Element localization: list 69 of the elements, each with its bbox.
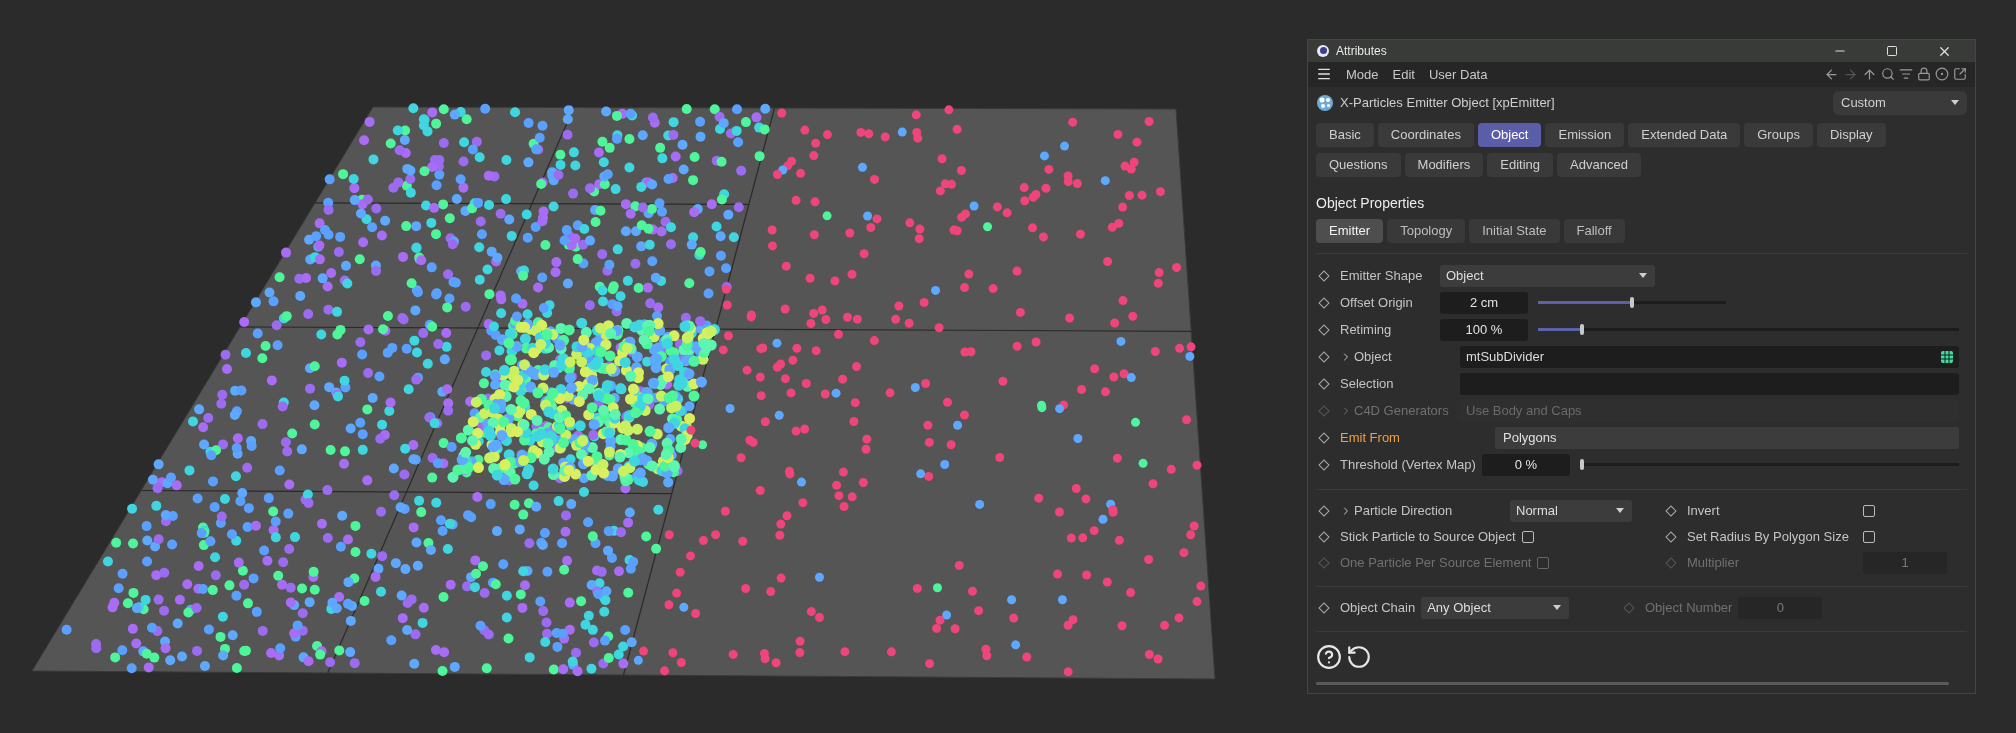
tab[interactable]: Advanced [1557, 152, 1641, 177]
maximize-icon[interactable] [1886, 45, 1898, 58]
tab[interactable]: Questions [1316, 152, 1401, 177]
lock-icon[interactable] [1917, 67, 1931, 82]
tab[interactable]: Emitter [1316, 218, 1384, 243]
tab[interactable]: Modifiers [1404, 152, 1484, 177]
tab[interactable]: Extended Data [1628, 122, 1741, 147]
reset-icon[interactable] [1346, 643, 1372, 670]
checkbox[interactable] [1863, 530, 1875, 543]
tab[interactable]: Initial State [1469, 218, 1560, 243]
number-field[interactable]: 0 % [1481, 453, 1570, 476]
tab[interactable]: Display [1816, 122, 1886, 147]
field-label: Object Number [1645, 600, 1733, 616]
checkbox[interactable] [1521, 530, 1534, 543]
menu-item[interactable]: Edit [1392, 66, 1415, 82]
new-window-icon[interactable] [1953, 67, 1967, 82]
field-label: Set Radius By Polygon Size [1687, 529, 1850, 545]
grid-icon[interactable] [1941, 350, 1953, 363]
field-label: Particle Direction [1340, 503, 1504, 519]
field-label: Invert [1687, 503, 1721, 519]
caret-icon [1553, 605, 1562, 611]
tab[interactable]: Emission [1545, 122, 1625, 147]
object-title: X-Particles Emitter Object [xpEmitter] [1340, 95, 1556, 111]
select-field[interactable]: Polygons [1495, 426, 1959, 449]
slider-thumb[interactable] [1579, 324, 1584, 336]
dropdown[interactable]: Any Object [1421, 596, 1570, 619]
tab[interactable]: Object [1477, 122, 1542, 147]
field-label: Emit From [1340, 430, 1401, 446]
slider-thumb[interactable] [1630, 297, 1634, 309]
app-logo-icon [1316, 44, 1330, 59]
field-label: Stick Particle to Source Object [1340, 529, 1516, 545]
field-label: Emitter Shape [1340, 268, 1424, 284]
field-label: Object Chain [1340, 600, 1416, 616]
field-label: Offset Origin [1340, 295, 1414, 311]
field-label: C4D Generators [1340, 403, 1454, 419]
tab[interactable]: Topology [1387, 218, 1466, 243]
tab[interactable]: Coordinates [1377, 122, 1474, 147]
field-label: Selection [1340, 376, 1395, 392]
field-label: Multiplier [1687, 555, 1740, 571]
field-label: One Particle Per Source Element [1340, 555, 1532, 571]
number-field[interactable]: 100 % [1440, 318, 1528, 341]
window-title: Attributes [1336, 44, 1388, 59]
dropdown[interactable]: Normal [1510, 499, 1632, 522]
menu-item[interactable]: Mode [1346, 66, 1379, 82]
preset-dropdown[interactable]: Custom [1833, 90, 1967, 115]
number-field[interactable]: 2 cm [1440, 291, 1528, 314]
search-icon[interactable] [1881, 67, 1895, 82]
tab[interactable]: Groups [1744, 122, 1813, 147]
caret-icon [1616, 508, 1624, 514]
field-label: Retiming [1340, 322, 1393, 338]
slider-thumb[interactable] [1579, 459, 1584, 471]
scrollbar[interactable] [1316, 681, 1949, 685]
dropdown[interactable]: Object [1440, 264, 1655, 287]
back-icon[interactable] [1824, 66, 1839, 82]
checkbox[interactable] [1863, 504, 1875, 517]
tab[interactable]: Basic [1316, 122, 1374, 147]
help-icon[interactable] [1316, 643, 1342, 670]
target-icon[interactable] [1935, 67, 1949, 82]
field-label: Object [1340, 349, 1454, 365]
tab[interactable]: Falloff [1563, 218, 1625, 243]
tab[interactable]: Editing [1487, 152, 1554, 177]
caret-icon [1639, 273, 1647, 279]
field-label: Threshold (Vertex Map) [1340, 457, 1476, 473]
filter-icon[interactable] [1899, 67, 1913, 82]
emitter-object-icon [1316, 93, 1334, 112]
caret-icon [1951, 100, 1959, 106]
link-field[interactable]: mtSubDivider [1460, 345, 1959, 368]
menu-item[interactable]: User Data [1428, 66, 1488, 82]
section-title: Object Properties [1315, 193, 1426, 213]
